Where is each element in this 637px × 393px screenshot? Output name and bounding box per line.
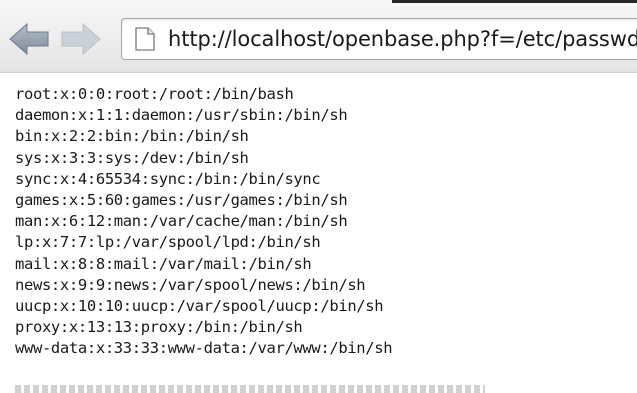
passwd-line: bin:x:2:2:bin:/bin:/bin/sh [15,127,249,146]
passwd-line: root:x:0:0:root:/root:/bin/bash [15,85,294,103]
browser-toolbar: http://localhost/openbase.php?f=/etc/pas… [0,0,637,73]
clipped-next-line [15,385,485,393]
arrow-left-icon [9,22,49,56]
url-text[interactable]: http://localhost/openbase.php?f=/etc/pas… [168,25,637,53]
passwd-line: daemon:x:1:1:daemon:/usr/sbin:/bin/sh [15,106,348,125]
passwd-line: uucp:x:10:10:uucp:/var/spool/uucp:/bin/s… [15,296,384,315]
passwd-line: sys:x:3:3:sys:/dev:/bin/sh [15,148,249,167]
forward-button[interactable] [60,20,102,58]
back-button[interactable] [8,20,50,58]
passwd-line: sync:x:4:65534:sync:/bin:/bin/sync [15,169,321,188]
passwd-line: games:x:5:60:games:/usr/games:/bin/sh [15,190,348,209]
passwd-line: lp:x:7:7:lp:/var/spool/lpd:/bin/sh [15,233,321,252]
arrow-right-icon [61,22,101,56]
passwd-line: proxy:x:13:13:proxy:/bin:/bin/sh [15,318,303,337]
address-bar[interactable]: http://localhost/openbase.php?f=/etc/pas… [121,18,637,60]
browser-window: http://localhost/openbase.php?f=/etc/pas… [0,0,637,393]
passwd-line: news:x:9:9:news:/var/spool/news:/bin/sh [15,275,366,294]
tab-strip-edge [392,0,637,10]
passwd-line: www-data:x:33:33:www-data:/var/www:/bin/… [15,339,393,358]
passwd-line: mail:x:8:8:mail:/var/mail:/bin/sh [15,254,312,273]
document-icon [135,27,155,51]
file-content: root:x:0:0:root:/root:/bin/bash daemon:x… [15,84,393,359]
passwd-line: man:x:6:12:man:/var/cache/man:/bin/sh [15,212,348,231]
